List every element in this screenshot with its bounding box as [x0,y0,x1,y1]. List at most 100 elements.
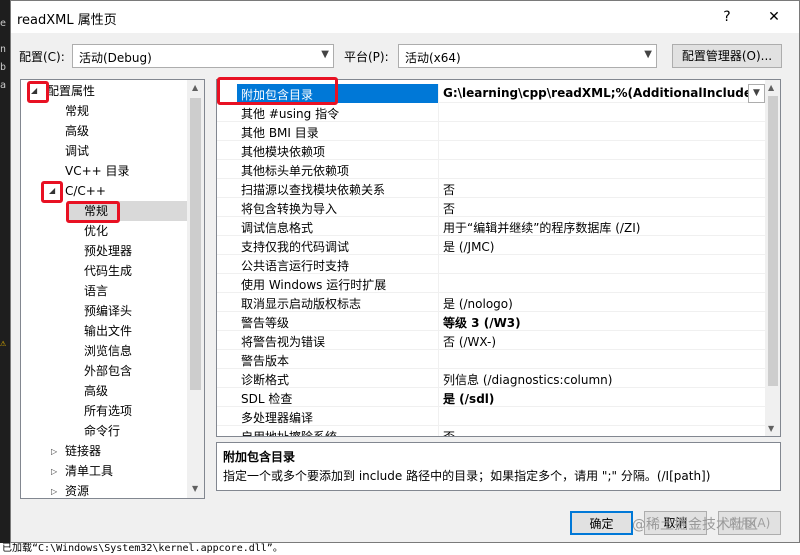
property-row[interactable]: 其他 BMI 目录 [217,122,765,141]
property-tree[interactable]: ◢ 配置属性 常规 高级 调试 VC++ 目录 ◢ C/C++ 常规 优化 预处… [20,79,205,499]
column-divider [438,122,439,141]
tree-item-language[interactable]: 语言 [84,281,108,301]
property-row[interactable]: 使用 Windows 运行时扩展 [217,274,765,293]
property-value[interactable]: 否 [443,200,455,217]
tree-item-browse-information[interactable]: 浏览信息 [84,341,132,361]
tree-item-code-generation[interactable]: 代码生成 [84,261,132,281]
configuration-value: 活动(Debug) [79,51,152,65]
tree-item-optimization[interactable]: 优化 [84,221,108,241]
property-row[interactable]: 启用地址擦除系统 否 [217,426,765,436]
ok-button[interactable]: 确定 [570,511,633,535]
property-row[interactable]: 将包含转换为导入 否 [217,198,765,217]
property-name: 取消显示启动版权标志 [241,297,362,311]
tree-item-output-files[interactable]: 输出文件 [84,321,132,341]
column-divider [438,255,439,274]
property-row[interactable]: 扫描源以查找模块依赖关系 否 [217,179,765,198]
column-divider [438,331,439,350]
platform-dropdown[interactable]: 活动(x64) ▼ [398,44,657,68]
scroll-down-icon[interactable]: ▼ [768,424,774,433]
property-value[interactable]: 是 (/nologo) [443,295,513,312]
background-glyph: a [0,80,7,91]
column-divider [438,407,439,426]
property-value[interactable]: 否 [443,181,455,198]
tree-item-precompiled-headers[interactable]: 预编译头 [84,301,132,321]
grid-scrollbar[interactable]: ▲ ▼ [765,80,780,436]
property-row[interactable]: 取消显示启动版权标志 是 (/nologo) [217,293,765,312]
property-row[interactable]: 其他 #using 指令 [217,103,765,122]
property-row[interactable]: 诊断格式 列信息 (/diagnostics:column) [217,369,765,388]
property-value[interactable]: 用于“编辑并继续”的程序数据库 (/ZI) [443,219,640,236]
property-row[interactable]: SDL 检查 是 (/sdl) [217,388,765,407]
property-name: 警告版本 [241,354,290,368]
property-value[interactable]: 等级 3 (/W3) [443,314,521,331]
configuration-manager-button[interactable]: 配置管理器(O)... [672,44,782,68]
property-row[interactable]: 其他模块依赖项 [217,141,765,160]
property-row[interactable]: 多处理器编译 [217,407,765,426]
property-name: 扫描源以查找模块依赖关系 [241,183,386,197]
property-row[interactable]: 调试信息格式 用于“编辑并继续”的程序数据库 (/ZI) [217,217,765,236]
column-divider [438,312,439,331]
configuration-dropdown[interactable]: 活动(Debug) ▼ [72,44,334,68]
property-name: 调试信息格式 [241,221,314,235]
column-divider [438,293,439,312]
property-value[interactable]: 否 [443,428,455,436]
property-value[interactable]: 是 (/sdl) [443,390,494,407]
property-row[interactable]: 公共语言运行时支持 [217,255,765,274]
tree-item-manifest-tool[interactable]: 清单工具 [65,461,113,481]
property-row[interactable]: 警告等级 等级 3 (/W3) [217,312,765,331]
property-row[interactable]: 其他标头单元依赖项 [217,160,765,179]
tree-item-external-includes[interactable]: 外部包含 [84,361,132,381]
tree-item-configuration-properties[interactable]: 配置属性 [47,81,95,101]
column-divider [438,84,439,103]
expand-triangle-icon[interactable]: ▷ [51,447,57,456]
property-row[interactable]: 支持仅我的代码调试 是 (/JMC) [217,236,765,255]
tree-item-all-options[interactable]: 所有选项 [84,401,132,421]
chevron-down-icon: ▼ [644,49,652,60]
column-divider [438,274,439,293]
tree-item-preprocessor[interactable]: 预处理器 [84,241,132,261]
tree-item-cpp-advanced[interactable]: 高级 [84,381,108,401]
column-divider [438,217,439,236]
property-value[interactable]: G:\learning\cpp\readXML;%(AdditionalIncl… [443,86,772,100]
tree-item-cpp[interactable]: C/C++ [65,181,106,201]
property-row[interactable]: 将警告视为错误 否 (/WX-) [217,331,765,350]
dialog-title: readXML 属性页 [17,13,117,28]
property-name: 公共语言运行时支持 [241,259,350,273]
tree-scrollbar[interactable]: ▲ ▼ [187,80,204,498]
property-grid[interactable]: 附加包含目录 G:\learning\cpp\readXML;%(Additio… [216,79,781,437]
background-editor-strip: e n b a ⚠ [0,0,10,555]
description-title: 附加包含目录 [223,450,296,464]
watermark: @稀土掘金技术社区 [632,517,758,533]
help-button[interactable]: ? [707,1,747,33]
column-divider [438,141,439,160]
annotation-highlight [66,201,120,223]
warning-icon: ⚠ [0,338,7,349]
expand-triangle-icon[interactable]: ▷ [51,487,57,496]
column-divider [438,369,439,388]
property-row[interactable]: 警告版本 [217,350,765,369]
column-divider [438,160,439,179]
property-value[interactable]: 是 (/JMC) [443,238,495,255]
chevron-down-icon: ▼ [321,49,329,60]
tree-item-advanced[interactable]: 高级 [65,121,89,141]
column-divider [438,236,439,255]
tree-item-general[interactable]: 常规 [65,101,89,121]
tree-item-command-line[interactable]: 命令行 [84,421,120,441]
close-button[interactable]: ✕ [751,1,797,33]
scroll-down-icon[interactable]: ▼ [192,484,198,493]
chevron-down-icon: ▼ [753,88,760,98]
grid-scrollbar-thumb[interactable] [768,96,778,386]
tree-scrollbar-thumb[interactable] [190,98,201,390]
property-name: 使用 Windows 运行时扩展 [241,278,387,292]
tree-item-debugging[interactable]: 调试 [65,141,89,161]
column-divider [438,426,439,436]
property-value[interactable]: 列信息 (/diagnostics:column) [443,371,612,388]
tree-item-resources[interactable]: 资源 [65,481,89,498]
tree-item-vc-directories[interactable]: VC++ 目录 [65,161,130,181]
property-value[interactable]: 否 (/WX-) [443,333,496,350]
expand-triangle-icon[interactable]: ▷ [51,467,57,476]
scroll-up-icon[interactable]: ▲ [768,83,774,92]
scroll-up-icon[interactable]: ▲ [192,83,198,92]
value-dropdown-button[interactable]: ▼ [748,84,765,103]
tree-item-linker[interactable]: 链接器 [65,441,101,461]
